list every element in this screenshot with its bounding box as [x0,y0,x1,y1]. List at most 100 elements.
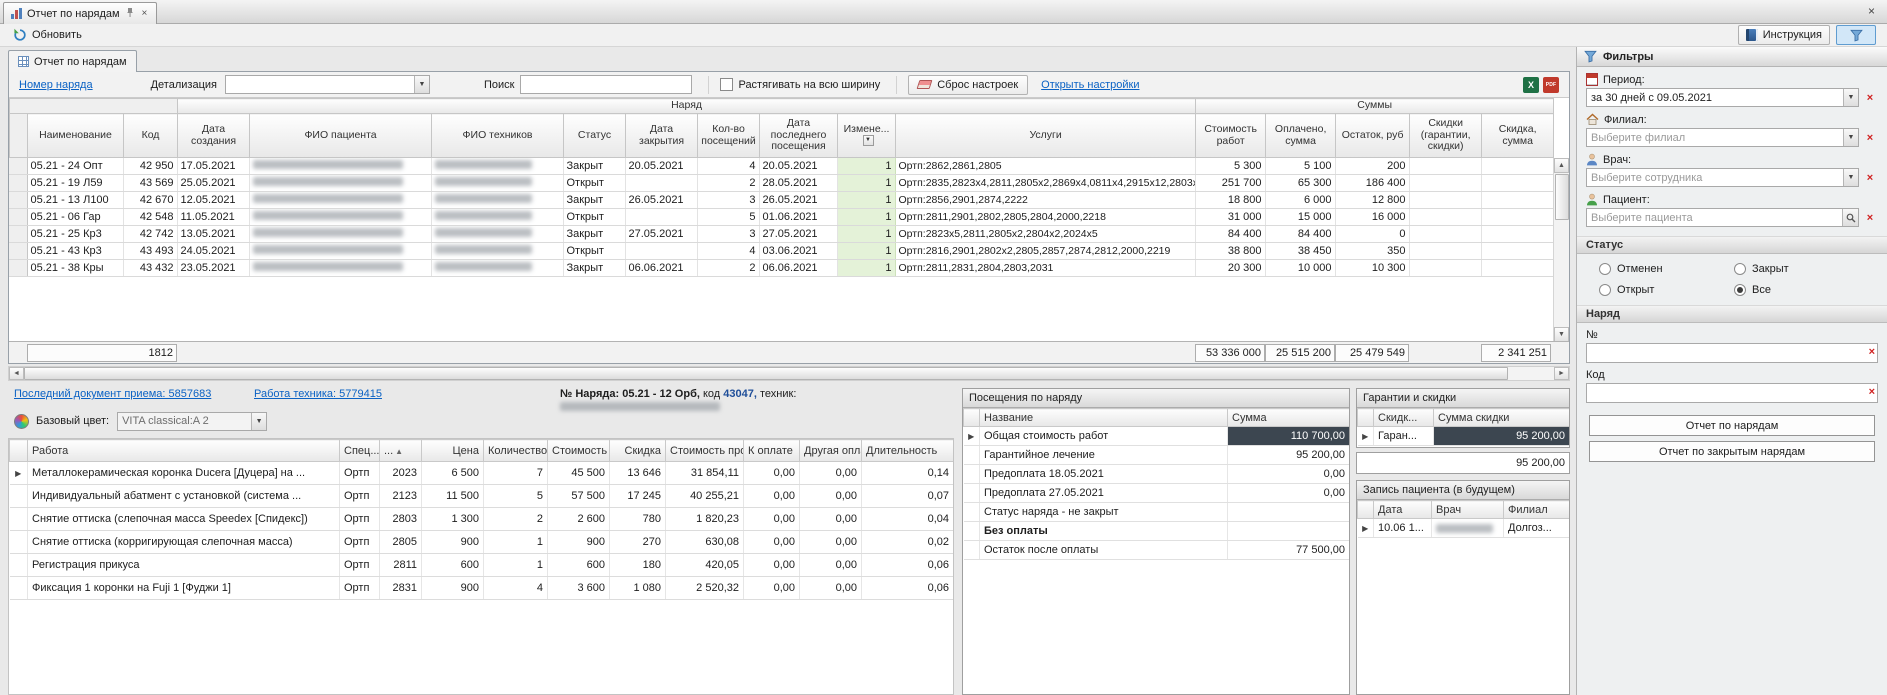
cell-name[interactable]: 05.21 - 38 Кры [27,260,123,277]
cell-changed[interactable]: 1 [837,175,895,192]
cell-last-visit[interactable]: 01.06.2021 [759,209,837,226]
export-excel-icon[interactable]: X [1523,77,1539,93]
cell-price[interactable]: 11 500 [422,485,484,508]
cell-duration[interactable]: 0,07 [862,485,954,508]
cell-name[interactable]: 05.21 - 13 Л100 [27,192,123,209]
cell-paid[interactable]: 6 000 [1265,192,1335,209]
cell-visits[interactable]: 2 [697,175,759,192]
cell-work-code[interactable]: 2811 [380,554,422,577]
col-header-sale-cost[interactable]: Стоимость продажи [666,440,744,462]
cell-services[interactable]: Ортп:2816,2901,2802x2,2805,2857,2874,281… [895,243,1195,260]
col-header-services[interactable]: Услуги [896,114,1196,158]
cell-visit-name[interactable]: Гарантийное лечение [980,446,1228,465]
clear-doctor-icon[interactable]: × [1862,169,1878,187]
cell-sale-cost[interactable]: 420,05 [666,554,744,577]
cell-sale-cost[interactable]: 630,08 [666,531,744,554]
cell-paid[interactable]: 65 300 [1265,175,1335,192]
cell-other-pay[interactable]: 0,00 [800,508,862,531]
cell-discount-sum[interactable] [1481,158,1553,175]
col-header-tech[interactable]: ФИО техников [432,114,564,158]
cell-status[interactable]: Открыт [563,243,625,260]
cell-name[interactable]: 05.21 - 06 Гар [27,209,123,226]
cell-cost[interactable]: 3 600 [548,577,610,600]
cell-work-code[interactable]: 2805 [380,531,422,554]
vertical-scrollbar[interactable]: ▲ ▼ [1553,158,1569,342]
cell-rest[interactable]: 350 [1335,243,1409,260]
cell-cost[interactable]: 31 000 [1195,209,1265,226]
col-header-changed[interactable]: Измене...▼ [838,114,896,158]
cell-changed[interactable]: 1 [837,226,895,243]
cell-discount[interactable]: 780 [610,508,666,531]
cell-tech[interactable] [431,226,563,243]
cell-tech[interactable] [431,209,563,226]
cell-code[interactable]: 42 742 [123,226,177,243]
cell-changed[interactable]: 1 [837,243,895,260]
cell-discount[interactable]: 180 [610,554,666,577]
cell-status[interactable]: Открыт [563,209,625,226]
cell-visit-sum[interactable]: 0,00 [1228,465,1350,484]
cell-services[interactable]: Ортп:2862,2861,2805 [895,158,1195,175]
cell-status[interactable]: Закрыт [563,192,625,209]
clear-period-icon[interactable]: × [1862,89,1878,107]
cell-discount-sum[interactable] [1481,260,1553,277]
col-header-closed[interactable]: Дата закрытия [626,114,698,158]
cell-visits[interactable]: 3 [697,192,759,209]
col-header-last-visit[interactable]: Дата последнего посещения [760,114,838,158]
cell-visits[interactable]: 5 [697,209,759,226]
col-header-discounts[interactable]: Скидки (гарантии, скидки) [1410,114,1482,158]
cell-discounts[interactable] [1409,243,1481,260]
cell-visit-name[interactable]: Остаток после оплаты [980,541,1228,560]
cell-services[interactable]: Ортп:2856,2901,2874,2222 [895,192,1195,209]
export-pdf-icon[interactable]: PDF [1543,77,1559,93]
cell-created[interactable]: 24.05.2021 [177,243,249,260]
col-header-visit-name[interactable]: Название [980,409,1228,427]
cell-paid[interactable]: 84 400 [1265,226,1335,243]
cell-visit-sum[interactable]: 77 500,00 [1228,541,1350,560]
cell-code[interactable]: 43 432 [123,260,177,277]
cell-services[interactable]: Ортп:2811,2901,2802,2805,2804,2000,2218 [895,209,1195,226]
cell-discount-sum[interactable] [1481,243,1553,260]
cell-patient[interactable] [249,192,431,209]
cell-duration[interactable]: 0,06 [862,577,954,600]
cell-visit-name[interactable]: Общая стоимость работ [980,427,1228,446]
cell-discount-sum[interactable] [1481,192,1553,209]
cell-closed[interactable] [625,209,697,226]
cell-patient[interactable] [249,209,431,226]
col-header-spec[interactable]: Спец... [340,440,380,462]
cell-status[interactable]: Открыт [563,175,625,192]
order-number-input[interactable] [1586,343,1878,363]
scroll-thumb[interactable] [1555,174,1569,220]
cell-last-visit[interactable]: 03.06.2021 [759,243,837,260]
search-input[interactable] [520,75,692,94]
cell-last-visit[interactable]: 06.06.2021 [759,260,837,277]
scroll-left-icon[interactable]: ◄ [9,367,24,380]
cell-code[interactable]: 42 950 [123,158,177,175]
cell-discounts[interactable] [1409,158,1481,175]
cell-visit-sum[interactable] [1228,503,1350,522]
cell-closed[interactable]: 06.06.2021 [625,260,697,277]
filter-panel-toggle[interactable] [1836,25,1876,45]
cell-rest[interactable]: 12 800 [1335,192,1409,209]
cell-visit-name[interactable]: Без оплаты [980,522,1228,541]
cell-spec[interactable]: Ортп [340,508,380,531]
cell-cost[interactable]: 18 800 [1195,192,1265,209]
cell-name[interactable]: 05.21 - 24 Опт [27,158,123,175]
cell-created[interactable]: 23.05.2021 [177,260,249,277]
cell-visits[interactable]: 4 [697,243,759,260]
cell-branch[interactable]: Долгоз... [1504,519,1570,538]
chevron-down-icon[interactable]: ▼ [251,413,266,430]
cell-duration[interactable]: 0,14 [862,462,954,485]
col-header-doctor[interactable]: Врач [1432,501,1504,519]
cell-qty[interactable]: 1 [484,531,548,554]
cell-qty[interactable]: 5 [484,485,548,508]
cell-to-pay[interactable]: 0,00 [744,531,800,554]
cell-rest[interactable]: 10 300 [1335,260,1409,277]
last-document-link[interactable]: Последний документ приема: 5857683 [14,388,211,400]
cell-cost[interactable]: 45 500 [548,462,610,485]
cell-sale-cost[interactable]: 31 854,11 [666,462,744,485]
cell-sale-cost[interactable]: 2 520,32 [666,577,744,600]
cell-cost[interactable]: 38 800 [1195,243,1265,260]
col-header-work[interactable]: Работа [28,440,340,462]
cell-last-visit[interactable]: 28.05.2021 [759,175,837,192]
cell-to-pay[interactable]: 0,00 [744,554,800,577]
